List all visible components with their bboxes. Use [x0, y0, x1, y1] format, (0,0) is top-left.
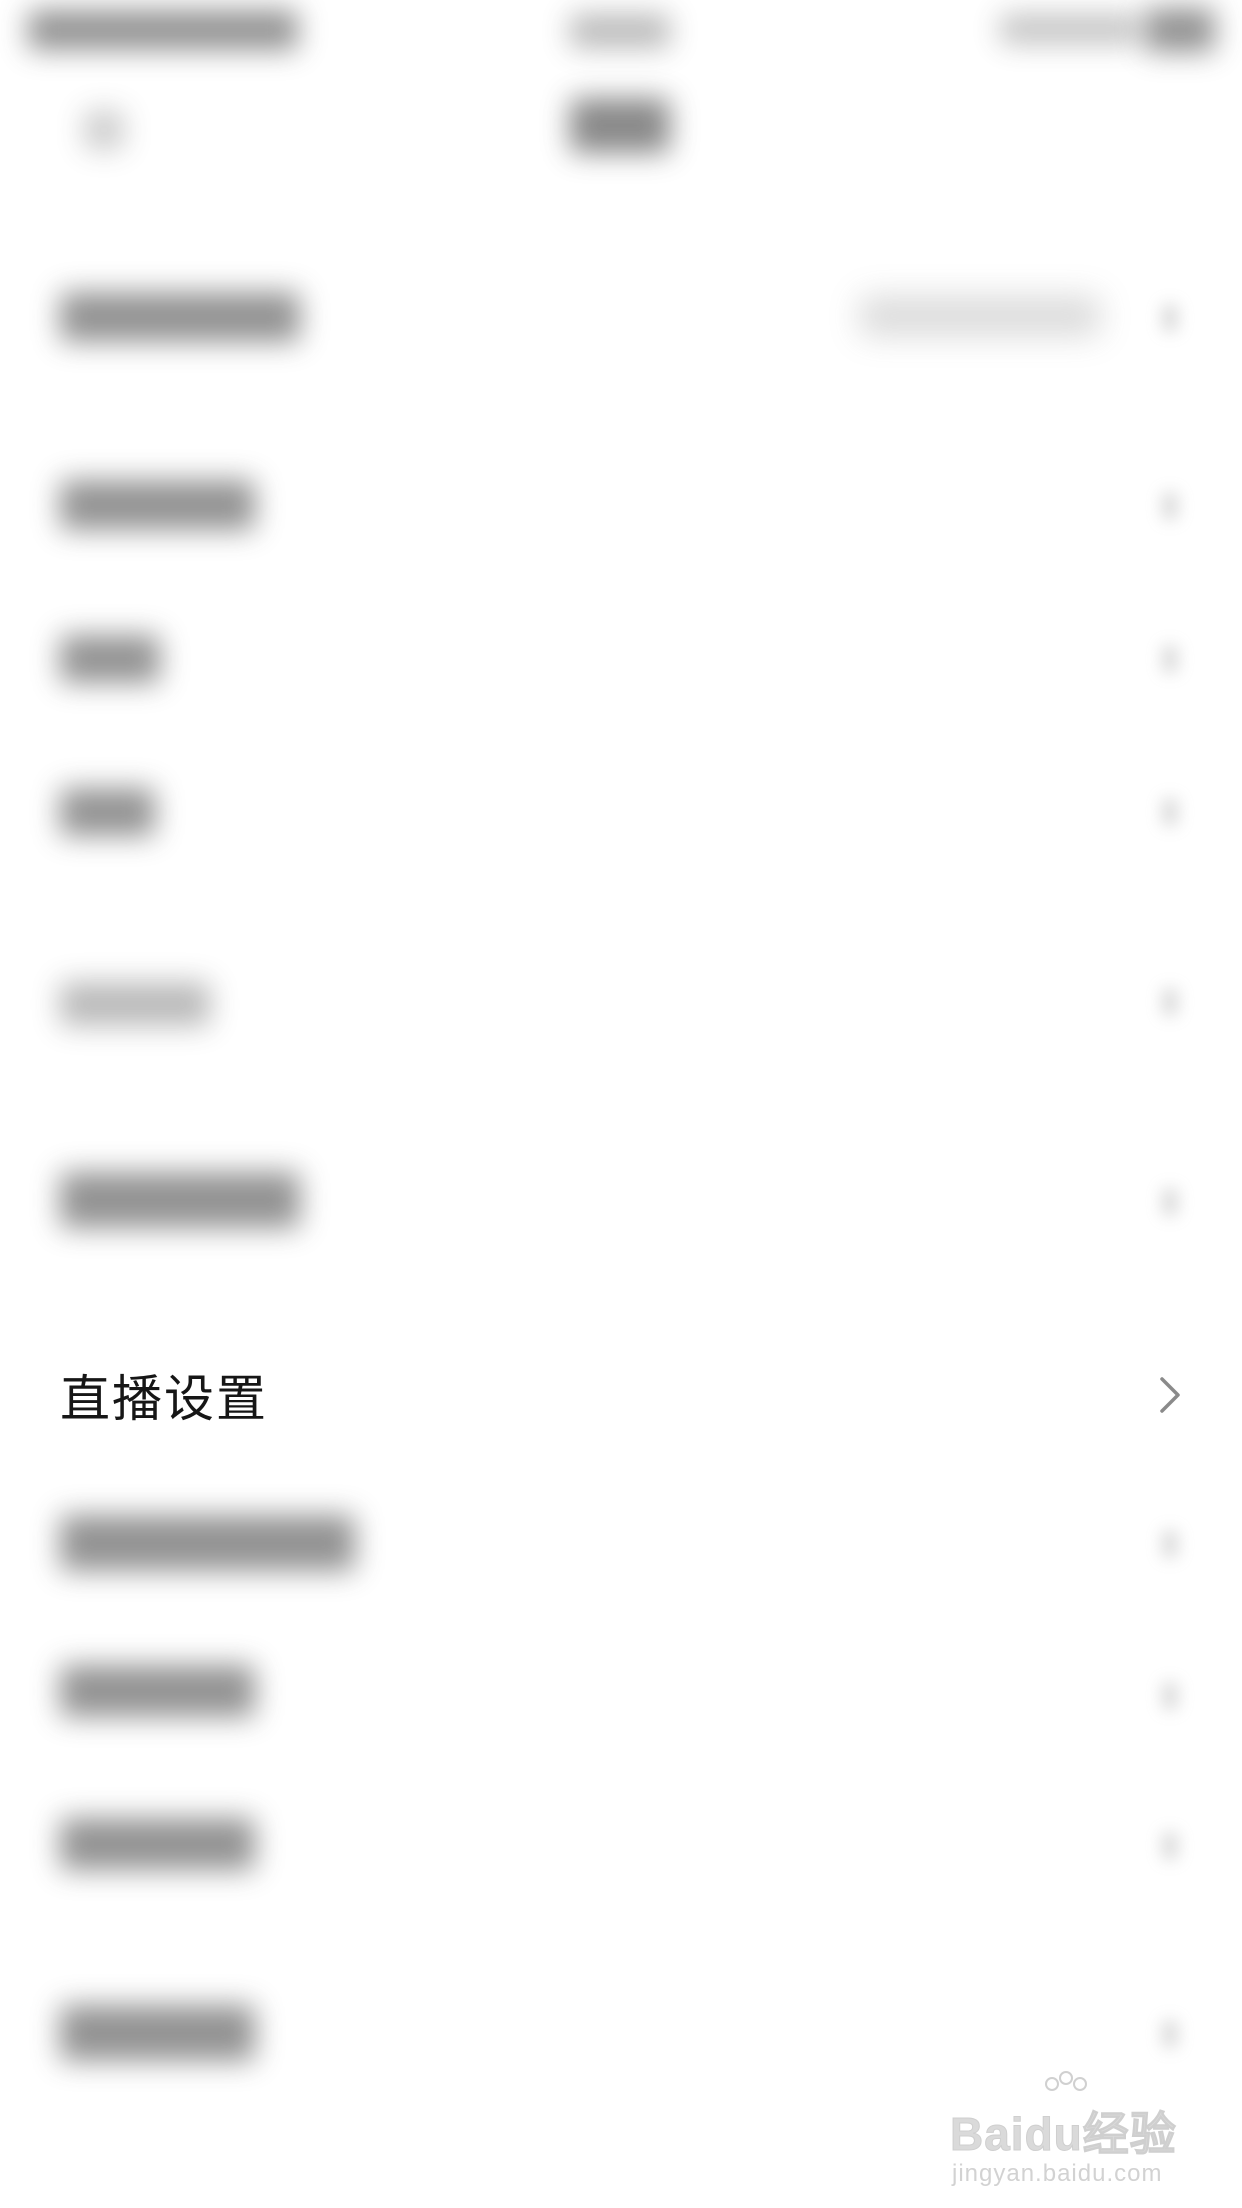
status-bar-indicators-blurred — [1000, 14, 1140, 44]
settings-row-2-blurred[interactable] — [60, 480, 255, 530]
settings-item-live-streaming[interactable]: 直播设置 — [0, 1340, 1242, 1450]
settings-row-3-blurred[interactable] — [60, 635, 160, 683]
chevron-right-icon-blurred — [1162, 988, 1178, 1016]
settings-item-label: 直播设置 — [60, 1370, 268, 1428]
chevron-right-icon-blurred — [1162, 1188, 1178, 1216]
status-bar-time-blurred — [570, 14, 670, 48]
chevron-right-icon-blurred — [1162, 798, 1178, 826]
chevron-right-icon-blurred — [1162, 304, 1178, 332]
baidu-jingyan-watermark: Baidu经验 jingyan.baidu.com — [950, 2070, 1190, 2190]
watermark-brand: Baidu经验 — [950, 2108, 1177, 2161]
settings-row-10-blurred[interactable] — [60, 1818, 255, 1870]
chevron-right-icon-blurred — [1162, 492, 1178, 520]
chevron-right-icon-blurred — [1162, 1682, 1178, 1710]
settings-screen: 直播设置 Baidu经验 jingyan.baidu.com — [0, 0, 1242, 2208]
chevron-right-icon-blurred — [1162, 645, 1178, 673]
battery-icon-blurred — [1145, 8, 1215, 52]
settings-row-5-blurred[interactable] — [60, 982, 210, 1026]
settings-row-1-value-blurred — [860, 296, 1100, 336]
status-bar-carrier-blurred — [28, 10, 298, 50]
chevron-right-icon-blurred — [1162, 1530, 1178, 1558]
chevron-right-icon-blurred — [1162, 1832, 1178, 1860]
settings-row-9-blurred[interactable] — [60, 1665, 255, 1717]
settings-row-6-blurred[interactable] — [60, 1172, 300, 1228]
back-arrow-icon-blurred[interactable] — [84, 110, 124, 150]
page-title-blurred — [570, 98, 670, 153]
watermark-url: jingyan.baidu.com — [952, 2160, 1163, 2187]
chevron-right-icon-blurred — [1162, 2020, 1178, 2048]
settings-row-1-blurred[interactable] — [60, 292, 300, 342]
settings-row-8-blurred[interactable] — [60, 1515, 355, 1571]
chevron-right-icon — [1160, 1377, 1180, 1413]
settings-row-4-blurred[interactable] — [60, 788, 155, 836]
settings-row-11-blurred[interactable] — [60, 2005, 255, 2061]
